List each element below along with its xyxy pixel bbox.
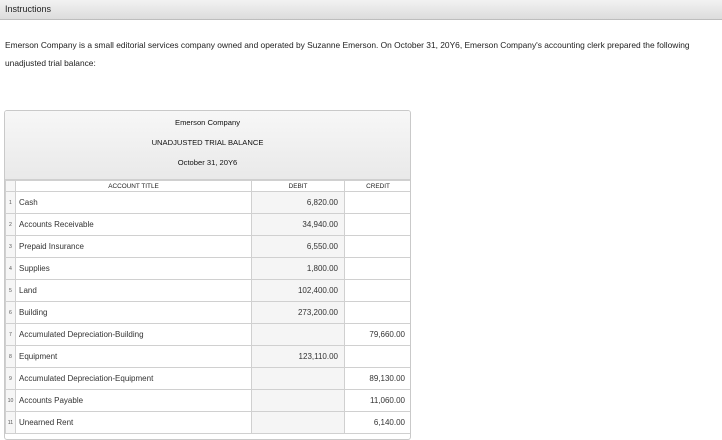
row-number: 8 xyxy=(5,345,16,368)
trial-balance-table: ACCOUNT TITLE DEBIT CREDIT 1 Cash 6,820.00… xyxy=(5,180,410,434)
credit-cell[interactable] xyxy=(344,257,410,280)
row-number: 10 xyxy=(5,389,16,412)
credit-cell[interactable]: 79,660.00 xyxy=(344,323,410,346)
debit-cell[interactable] xyxy=(251,323,345,346)
column-header-row: ACCOUNT TITLE DEBIT CREDIT xyxy=(5,180,410,192)
debit-cell[interactable] xyxy=(251,367,345,390)
credit-cell[interactable]: 6,140.00 xyxy=(344,411,410,434)
account-cell: Equipment xyxy=(15,345,252,368)
table-row: 6 Building 273,200.00 xyxy=(5,301,410,324)
row-number: 6 xyxy=(5,301,16,324)
instructions-title: Instructions xyxy=(5,4,52,14)
credit-cell[interactable] xyxy=(344,345,410,368)
row-number: 1 xyxy=(5,191,16,214)
table-row: 3 Prepaid Insurance 6,550.00 xyxy=(5,235,410,258)
debit-cell[interactable]: 102,400.00 xyxy=(251,279,345,302)
account-cell: Supplies xyxy=(15,257,252,280)
company-name: Emerson Company xyxy=(175,118,240,127)
account-cell: Unearned Rent xyxy=(15,411,252,434)
debit-cell[interactable]: 34,940.00 xyxy=(251,213,345,236)
account-cell: Accounts Payable xyxy=(15,389,252,412)
credit-cell[interactable] xyxy=(344,191,410,214)
table-row: 10 Accounts Payable 11,060.00 xyxy=(5,389,410,412)
row-number: 7 xyxy=(5,323,16,346)
credit-cell[interactable] xyxy=(344,301,410,324)
row-number: 11 xyxy=(5,411,16,434)
table-row: 9 Accumulated Depreciation-Equipment 89,13… xyxy=(5,367,410,390)
intro-text: Emerson Company is a small editorial ser… xyxy=(5,40,690,68)
debit-cell[interactable] xyxy=(251,389,345,412)
credit-header: CREDIT xyxy=(344,180,410,192)
debit-cell[interactable]: 6,820.00 xyxy=(251,191,345,214)
credit-cell[interactable]: 89,130.00 xyxy=(344,367,410,390)
credit-cell[interactable] xyxy=(344,235,410,258)
debit-cell[interactable]: 123,110.00 xyxy=(251,345,345,368)
table-row: 4 Supplies 1,800.00 xyxy=(5,257,410,280)
account-cell: Accumulated Depreciation-Equipment xyxy=(15,367,252,390)
instructions-header: Instructions xyxy=(0,0,722,20)
row-number: 5 xyxy=(5,279,16,302)
account-cell: Cash xyxy=(15,191,252,214)
account-cell: Accumulated Depreciation-Building xyxy=(15,323,252,346)
debit-cell[interactable]: 273,200.00 xyxy=(251,301,345,324)
debit-header: DEBIT xyxy=(251,180,345,192)
row-number: 9 xyxy=(5,367,16,390)
table-row: 5 Land 102,400.00 xyxy=(5,279,410,302)
row-number-header xyxy=(5,180,16,192)
table-row: 1 Cash 6,820.00 xyxy=(5,191,410,214)
row-number: 4 xyxy=(5,257,16,280)
table-row: 11 Unearned Rent 6,140.00 xyxy=(5,411,410,434)
account-cell: Building xyxy=(15,301,252,324)
account-cell: Prepaid Insurance xyxy=(15,235,252,258)
account-title-header: ACCOUNT TITLE xyxy=(15,180,252,192)
credit-cell[interactable] xyxy=(344,279,410,302)
credit-cell[interactable]: 11,060.00 xyxy=(344,389,410,412)
row-number: 3 xyxy=(5,235,16,258)
statement-title: UNADJUSTED TRIAL BALANCE xyxy=(151,138,264,147)
trial-balance-rows: 1 Cash 6,820.00 2 Accounts Receivable 34,940.… xyxy=(5,191,410,434)
row-number: 2 xyxy=(5,213,16,236)
account-cell: Land xyxy=(15,279,252,302)
table-row: 7 Accumulated Depreciation-Building 79,660… xyxy=(5,323,410,346)
debit-cell[interactable]: 6,550.00 xyxy=(251,235,345,258)
account-cell: Accounts Receivable xyxy=(15,213,252,236)
debit-cell[interactable] xyxy=(251,411,345,434)
table-row: 8 Equipment 123,110.00 xyxy=(5,345,410,368)
debit-cell[interactable]: 1,800.00 xyxy=(251,257,345,280)
table-row: 2 Accounts Receivable 34,940.00 xyxy=(5,213,410,236)
credit-cell[interactable] xyxy=(344,213,410,236)
statement-date: October 31, 20Y6 xyxy=(177,158,238,167)
trial-balance-heading: Emerson Company UNADJUSTED TRIAL BALANCE… xyxy=(5,111,410,180)
trial-balance-panel: Emerson Company UNADJUSTED TRIAL BALANCE… xyxy=(4,110,411,440)
